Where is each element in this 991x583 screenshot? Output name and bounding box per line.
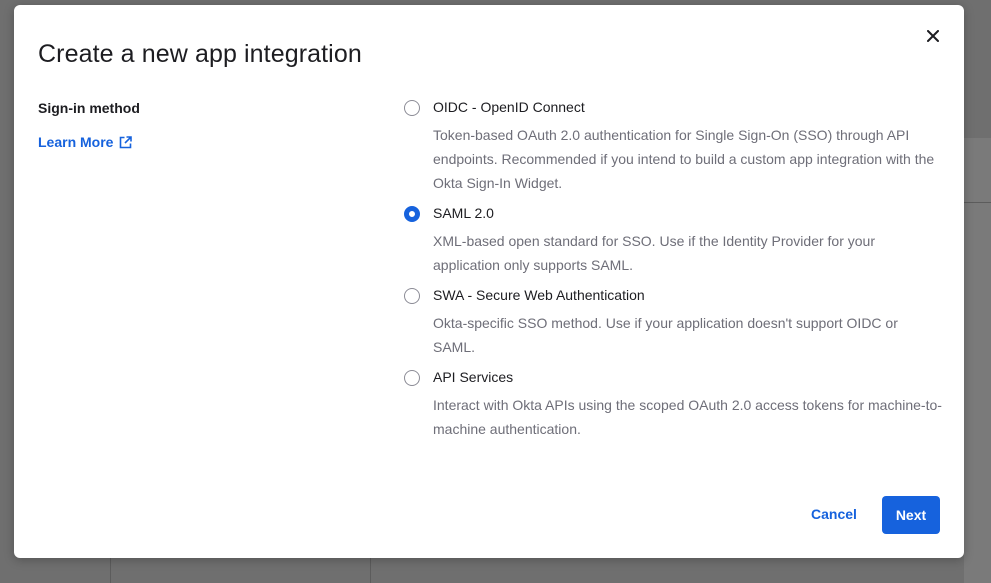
cancel-button[interactable]: Cancel [811,506,857,522]
dialog-title: Create a new app integration [38,40,362,68]
background-divider [370,558,371,583]
create-app-integration-dialog: Create a new app integration Sign-in met… [14,5,964,558]
background-divider [110,558,111,583]
option-oidc-label: OIDC - OpenID Connect [433,99,585,115]
radio-api-services[interactable] [404,370,420,386]
background-divider [964,202,991,203]
option-oidc-description: Token-based OAuth 2.0 authentication for… [433,127,935,191]
option-saml-label: SAML 2.0 [433,205,494,221]
option-swa-description: Okta-specific SSO method. Use if your ap… [433,315,898,355]
background-panel [964,138,991,583]
external-link-icon [120,135,133,148]
radio-swa[interactable] [404,288,420,304]
sign-in-method-label: Sign-in method [38,100,140,116]
next-button[interactable]: Next [882,496,940,534]
radio-oidc[interactable] [404,100,420,116]
learn-more-link[interactable]: Learn More [38,134,133,150]
close-icon [927,30,939,42]
option-api-services-description: Interact with Okta APIs using the scoped… [433,397,942,437]
option-swa-label: SWA - Secure Web Authentication [433,287,645,303]
radio-saml[interactable] [404,206,420,222]
close-button[interactable] [922,25,944,47]
learn-more-label: Learn More [38,134,114,150]
option-saml-description: XML-based open standard for SSO. Use if … [433,233,875,273]
option-api-services-label: API Services [433,369,514,385]
